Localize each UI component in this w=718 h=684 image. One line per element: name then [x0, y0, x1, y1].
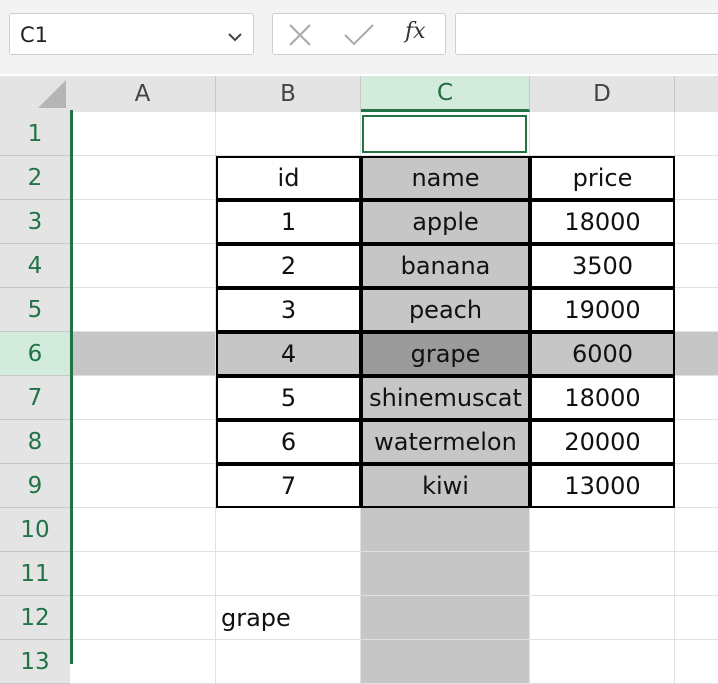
cell-c4[interactable]: banana	[361, 244, 530, 288]
cell-e1[interactable]	[675, 112, 718, 156]
cell-b7[interactable]: 5	[216, 376, 361, 420]
column-header-d[interactable]: D	[530, 76, 675, 112]
cell-c11[interactable]	[361, 552, 530, 596]
cell-b2[interactable]: id	[216, 156, 361, 200]
cell-a3[interactable]	[70, 200, 216, 244]
cell-b12[interactable]: grape	[216, 596, 361, 640]
cell-e2[interactable]	[675, 156, 718, 200]
cell-d13[interactable]	[530, 640, 675, 684]
cell-b5[interactable]: 3	[216, 288, 361, 332]
cell-c3[interactable]: apple	[361, 200, 530, 244]
cell-b11[interactable]	[216, 552, 361, 596]
cell-d2[interactable]: price	[530, 156, 675, 200]
cell-d1[interactable]	[530, 112, 675, 156]
cell-c5[interactable]: peach	[361, 288, 530, 332]
cell-a8[interactable]	[70, 420, 216, 464]
cell-e9[interactable]	[675, 464, 718, 508]
row-header-11[interactable]: 11	[0, 552, 70, 596]
cell-d12[interactable]	[530, 596, 675, 640]
row-header-2[interactable]: 2	[0, 156, 70, 200]
cell-c9[interactable]: kiwi	[361, 464, 530, 508]
cell-b10[interactable]	[216, 508, 361, 552]
cell-d9[interactable]: 13000	[530, 464, 675, 508]
cell-a1[interactable]	[70, 112, 216, 156]
cell-b3[interactable]: 1	[216, 200, 361, 244]
cell-e3[interactable]	[675, 200, 718, 244]
row-header-9[interactable]: 9	[0, 464, 70, 508]
cell-e5[interactable]	[675, 288, 718, 332]
row-header-12[interactable]: 12	[0, 596, 70, 640]
cell-a13[interactable]	[70, 640, 216, 684]
cell-b8[interactable]: 6	[216, 420, 361, 464]
cell-a2[interactable]	[70, 156, 216, 200]
cell-d7[interactable]: 18000	[530, 376, 675, 420]
selection-edge	[70, 110, 73, 664]
cell-d4[interactable]: 3500	[530, 244, 675, 288]
cell-d8[interactable]: 20000	[530, 420, 675, 464]
column-header-e[interactable]	[675, 76, 718, 112]
cell-a5[interactable]	[70, 288, 216, 332]
cell-d6[interactable]: 6000	[530, 332, 675, 376]
cell-c12[interactable]	[361, 596, 530, 640]
cell-a12[interactable]	[70, 596, 216, 640]
cell-a7[interactable]	[70, 376, 216, 420]
cell-b4[interactable]: 2	[216, 244, 361, 288]
cell-d3[interactable]: 18000	[530, 200, 675, 244]
cell-b13[interactable]	[216, 640, 361, 684]
row-header-10[interactable]: 10	[0, 508, 70, 552]
cell-e6[interactable]	[675, 332, 718, 376]
cell-b1[interactable]	[216, 112, 361, 156]
row-header-1[interactable]: 1	[0, 112, 70, 156]
column-header-a[interactable]: A	[70, 76, 216, 112]
cell-a4[interactable]	[70, 244, 216, 288]
cell-d5[interactable]: 19000	[530, 288, 675, 332]
row-header-4[interactable]: 4	[0, 244, 70, 288]
cell-d11[interactable]	[530, 552, 675, 596]
cell-c8[interactable]: watermelon	[361, 420, 530, 464]
cell-e10[interactable]	[675, 508, 718, 552]
cell-a10[interactable]	[70, 508, 216, 552]
cell-a9[interactable]	[70, 464, 216, 508]
cell-c10[interactable]	[361, 508, 530, 552]
cell-e7[interactable]	[675, 376, 718, 420]
cell-c6[interactable]: grape	[361, 332, 530, 376]
cell-e11[interactable]	[675, 552, 718, 596]
spreadsheet-grid: A B C D 1 2 3 4 5 6 7 8 9 10 11 12 13 id name price 1 apple 18…	[0, 0, 718, 684]
active-cell-c1[interactable]	[362, 115, 527, 153]
row-header-7[interactable]: 7	[0, 376, 70, 420]
cell-c13[interactable]	[361, 640, 530, 684]
cell-d10[interactable]	[530, 508, 675, 552]
cell-c2[interactable]: name	[361, 156, 530, 200]
cell-b6[interactable]: 4	[216, 332, 361, 376]
row-header-13[interactable]: 13	[0, 640, 70, 684]
cell-c7[interactable]: shinemuscat	[361, 376, 530, 420]
cell-e13[interactable]	[675, 640, 718, 684]
row-header-5[interactable]: 5	[0, 288, 70, 332]
column-header-c[interactable]: C	[361, 76, 530, 112]
cell-e4[interactable]	[675, 244, 718, 288]
cell-e12[interactable]	[675, 596, 718, 640]
select-all-corner[interactable]	[0, 76, 70, 112]
cell-a6[interactable]	[70, 332, 216, 376]
cell-e8[interactable]	[675, 420, 718, 464]
cell-a11[interactable]	[70, 552, 216, 596]
row-header-3[interactable]: 3	[0, 200, 70, 244]
column-header-b[interactable]: B	[216, 76, 361, 112]
row-header-8[interactable]: 8	[0, 420, 70, 464]
cell-b9[interactable]: 7	[216, 464, 361, 508]
row-header-6[interactable]: 6	[0, 332, 70, 376]
